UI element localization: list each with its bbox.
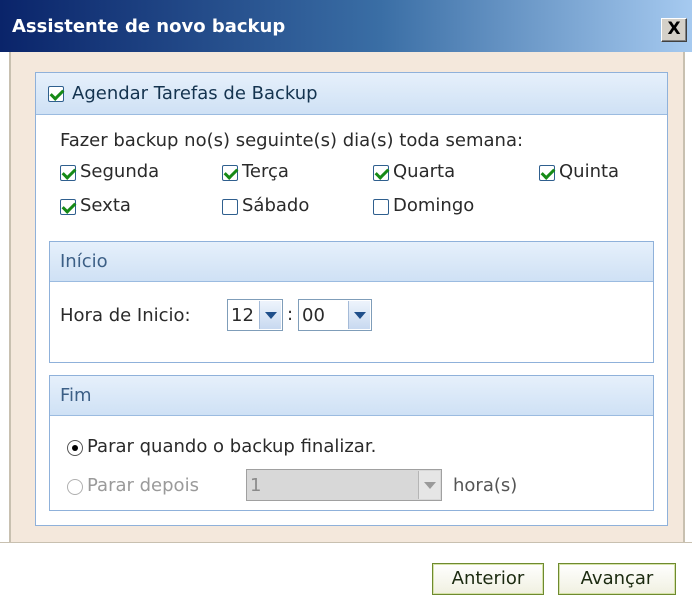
time-separator: : [287,304,294,325]
day-checkbox-domingo[interactable] [373,199,389,215]
wizard-button-bar: Anterior Avançar [0,542,692,606]
day-label-sabado: Sábado [242,195,310,216]
stop-after-hours-select[interactable]: 1 [246,469,442,501]
day-checkbox-sexta[interactable] [60,199,76,215]
window-title: Assistente de novo backup [12,16,286,37]
end-panel-title: Fim [60,385,92,406]
backup-wizard-window: Assistente de novo backup X Agendar Tare… [0,0,692,606]
start-time-label: Hora de Inicio: [60,305,191,326]
start-minute-select[interactable]: 00 [298,299,372,331]
day-label-domingo: Domingo [393,195,475,216]
stop-after-hours-value: 1 [250,475,262,496]
start-minute-value: 00 [302,305,325,326]
day-label-quarta: Quarta [393,161,456,182]
day-checkbox-quarta[interactable] [373,165,389,181]
end-panel-header: Fim [50,376,653,416]
schedule-tasks-label: Agendar Tarefas de Backup [72,83,318,104]
weekday-instruction: Fazer backup no(s) seguinte(s) dia(s) to… [60,130,524,151]
start-hour-select[interactable]: 12 [227,299,283,331]
day-checkbox-quinta[interactable] [539,165,555,181]
day-label-segunda: Segunda [80,161,160,182]
end-panel: Fim Parar quando o backup finalizar. Par… [49,375,654,511]
close-button[interactable]: X [661,18,687,42]
chevron-down-icon[interactable] [259,301,281,329]
left-margin [0,52,10,606]
day-checkbox-terca[interactable] [222,165,238,181]
stop-when-finished-radio[interactable] [67,440,83,456]
wizard-content: Agendar Tarefas de Backup Fazer backup n… [10,52,684,542]
day-label-terca: Terça [242,161,289,182]
day-label-quinta: Quinta [559,161,620,182]
next-button[interactable]: Avançar [558,563,676,595]
stop-when-finished-label: Parar quando o backup finalizar. [87,436,377,457]
start-panel-title: Início [60,251,108,272]
back-button[interactable]: Anterior [432,563,544,595]
start-panel-header: Início [50,242,653,282]
start-hour-value: 12 [231,305,254,326]
day-checkbox-segunda[interactable] [60,165,76,181]
chevron-down-icon[interactable] [418,471,440,499]
start-panel: Início Hora de Inicio: 12 : 00 [49,241,654,363]
schedule-panel: Agendar Tarefas de Backup Fazer backup n… [35,72,668,526]
day-label-sexta: Sexta [80,195,131,216]
hours-unit-label: hora(s) [453,475,518,496]
schedule-panel-header: Agendar Tarefas de Backup [36,73,667,115]
stop-after-radio[interactable] [67,479,83,495]
day-checkbox-sabado[interactable] [222,199,238,215]
chevron-down-icon[interactable] [348,301,370,329]
schedule-tasks-checkbox[interactable] [48,86,64,102]
stop-after-label: Parar depois [87,475,199,496]
title-bar: Assistente de novo backup X [0,0,692,52]
right-margin [684,52,692,606]
